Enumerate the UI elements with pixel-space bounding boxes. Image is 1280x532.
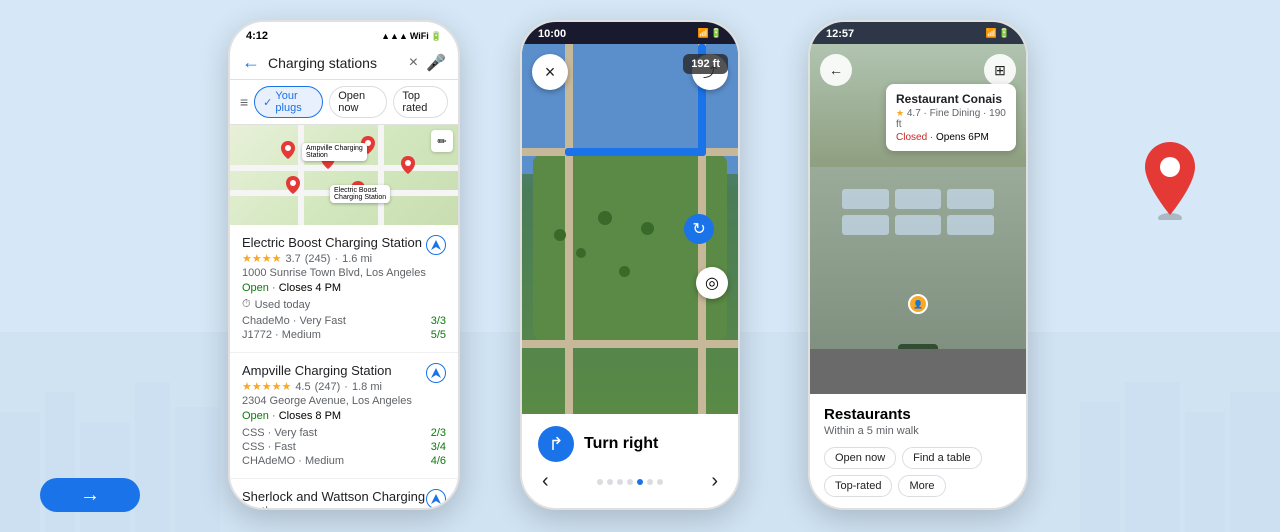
station-1-nav[interactable] bbox=[426, 235, 446, 255]
station-1-rating: ★★★★ 3.7 (245) · 1.6 mi bbox=[242, 252, 446, 265]
chip-more[interactable]: More bbox=[898, 475, 945, 497]
time-3: 12:57 bbox=[826, 28, 854, 40]
chip-find-table[interactable]: Find a table bbox=[902, 447, 981, 469]
station-1-status: Open · Closes 4 PM bbox=[242, 282, 446, 294]
time-2: 10:00 bbox=[538, 28, 566, 40]
compass-button[interactable]: ◎ bbox=[696, 267, 728, 299]
time-1: 4:12 bbox=[246, 30, 268, 42]
sv-back-button[interactable]: ← bbox=[820, 54, 852, 86]
charger-row-2-2: CSS · Fast 3/4 bbox=[242, 440, 446, 454]
restaurant-rating: ★ 4.7 · Fine Dining · 190 ft bbox=[896, 108, 1006, 130]
mic-button[interactable]: 🎤 bbox=[426, 53, 446, 73]
filter-your-plugs[interactable]: ✓ Your plugs bbox=[254, 86, 323, 118]
status-bar-1: 4:12 ▲▲▲ WiFi 🔋 bbox=[230, 22, 458, 46]
station-item-3[interactable]: Sherlock and Wattson Charging Station ★★… bbox=[230, 479, 458, 510]
filter-top-rated[interactable]: Top rated bbox=[393, 86, 448, 118]
prev-step[interactable]: ‹ bbox=[542, 470, 549, 493]
map-label-2: Electric BoostCharging Station bbox=[330, 185, 390, 203]
station-2-nav[interactable] bbox=[426, 363, 446, 383]
charger-row-2-3: CHAdeMO · Medium 4/6 bbox=[242, 454, 446, 468]
turn-text: Turn right bbox=[584, 435, 658, 453]
filter-icon[interactable]: ≡ bbox=[240, 94, 248, 110]
station-3-nav[interactable] bbox=[426, 489, 446, 509]
restaurants-panel: Restaurants Within a 5 min walk × Open n… bbox=[810, 394, 1026, 510]
signal-icons-2: 📶 🔋 bbox=[698, 28, 722, 40]
signal-icons-3: 📶 🔋 bbox=[986, 28, 1010, 40]
panel-title: Restaurants bbox=[824, 406, 1012, 423]
next-step[interactable]: › bbox=[711, 470, 718, 493]
signal-icons-1: ▲▲▲ WiFi 🔋 bbox=[381, 31, 442, 42]
phone-charging-stations: 4:12 ▲▲▲ WiFi 🔋 ← Charging stations × 🎤 … bbox=[228, 20, 460, 510]
restaurant-name: Restaurant Conais bbox=[896, 92, 1006, 106]
blue-arrow: → bbox=[40, 478, 140, 512]
map-label-1: Ampville ChargingStation bbox=[302, 143, 367, 161]
station-3-name: Sherlock and Wattson Charging Station bbox=[242, 489, 446, 510]
sv-menu-button[interactable]: ⊞ bbox=[984, 54, 1016, 86]
nav-distance: 192 ft bbox=[683, 54, 728, 74]
filter-bar: ≡ ✓ Your plugs Open now Top rated bbox=[230, 80, 458, 125]
search-bar[interactable]: ← Charging stations × 🎤 bbox=[230, 46, 458, 80]
panel-subtitle: Within a 5 min walk bbox=[824, 425, 1012, 437]
nav-map[interactable]: ↻ × ⤴ 192 ft ◎ bbox=[522, 44, 738, 414]
map-preview[interactable]: Ampville ChargingStation Electric BoostC… bbox=[230, 125, 458, 225]
station-2-address: 2304 George Avenue, Los Angeles bbox=[242, 395, 446, 407]
station-1-address: 1000 Sunrise Town Blvd, Los Angeles bbox=[242, 267, 446, 279]
restaurant-status: Closed · Opens 6PM bbox=[896, 132, 1006, 143]
charger-row-1-2: J1772 · Medium 5/5 bbox=[242, 328, 446, 342]
station-item-1[interactable]: Electric Boost Charging Station ★★★★ 3.7… bbox=[230, 225, 458, 353]
nav-arrow: ↻ bbox=[684, 214, 714, 244]
map-edit-icon[interactable]: ✏ bbox=[431, 130, 453, 152]
charger-row-2-1: CSS · Very fast 2/3 bbox=[242, 426, 446, 440]
charger-row-1-1: ChadeMo · Very Fast 3/3 bbox=[242, 314, 446, 328]
turn-icon: ↱ bbox=[538, 426, 574, 462]
street-view-person: 👤 bbox=[908, 294, 928, 314]
filter-open-now[interactable]: Open now bbox=[329, 86, 387, 118]
station-2-rating: ★★★★★ 4.5 (247) · 1.8 mi bbox=[242, 380, 446, 393]
arrow-icon: → bbox=[80, 484, 100, 507]
chip-top-rated[interactable]: Top-rated bbox=[824, 475, 892, 497]
street-view-image[interactable]: ← ⊞ Restaurant Conais ★ 4.7 · Fine Dinin… bbox=[810, 44, 1026, 394]
nav-close-button[interactable]: × bbox=[532, 54, 568, 90]
station-item-2[interactable]: Ampville Charging Station ★★★★★ 4.5 (247… bbox=[230, 353, 458, 479]
map-pin-1 bbox=[280, 140, 296, 160]
station-2-name: Ampville Charging Station bbox=[242, 363, 446, 378]
clear-button[interactable]: × bbox=[409, 54, 418, 72]
nav-progress: ‹ › bbox=[538, 470, 722, 493]
map-pin-4 bbox=[400, 155, 416, 175]
status-bar-3: 12:57 📶 🔋 bbox=[810, 22, 1026, 44]
panel-filter-chips: Open now Find a table Top-rated More bbox=[824, 447, 1012, 497]
chip-open-now[interactable]: Open now bbox=[824, 447, 896, 469]
restaurant-info-card[interactable]: Restaurant Conais ★ 4.7 · Fine Dining · … bbox=[886, 84, 1016, 151]
turn-instruction: ↱ Turn right bbox=[538, 426, 722, 462]
station-1-usage: ⏱ Used today bbox=[242, 298, 446, 311]
station-1-name: Electric Boost Charging Station bbox=[242, 235, 446, 250]
phone-navigation: 10:00 📶 🔋 ↻ bbox=[520, 20, 740, 510]
status-bar-2: 10:00 📶 🔋 bbox=[522, 22, 738, 44]
search-text: Charging stations bbox=[268, 55, 401, 71]
nav-instruction-panel: ↱ Turn right ‹ › bbox=[522, 414, 738, 505]
phone-street-view: 12:57 📶 🔋 ← bbox=[808, 20, 1028, 510]
large-map-pin bbox=[1140, 140, 1200, 220]
station-2-status: Open · Closes 8 PM bbox=[242, 410, 446, 422]
progress-dots bbox=[549, 479, 712, 485]
map-pin-5 bbox=[285, 175, 301, 195]
back-button[interactable]: ← bbox=[242, 52, 260, 73]
